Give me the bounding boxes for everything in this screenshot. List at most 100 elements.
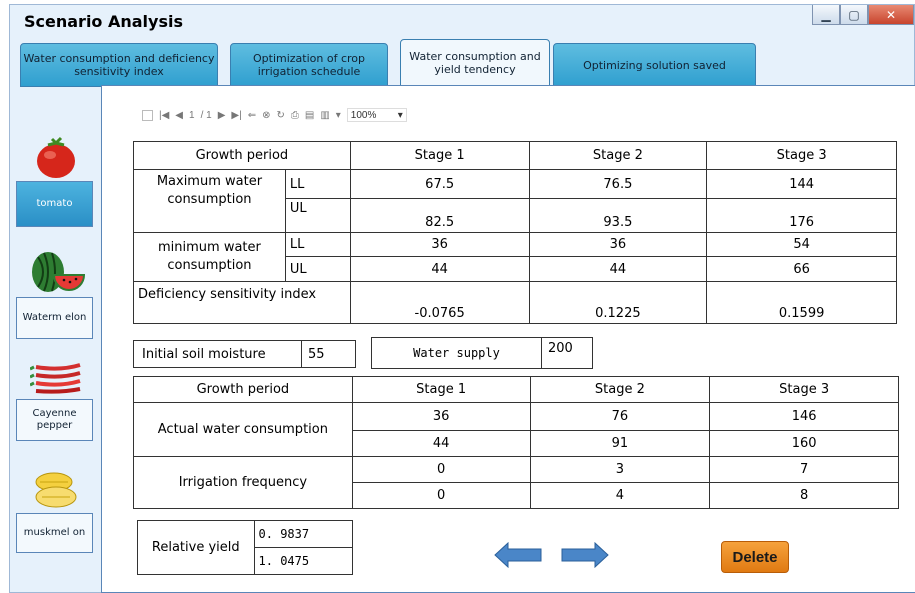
tab-optimizing-solution-saved[interactable]: Optimizing solution saved	[553, 43, 756, 87]
header-stage-3: Stage 3	[706, 141, 897, 170]
zoom-value: 100%	[350, 109, 377, 121]
table-cell: 0	[351, 456, 531, 483]
print-icon[interactable]: ⎙	[291, 110, 299, 121]
header-growth-period: Growth period	[133, 141, 351, 170]
arrow-right-icon	[561, 541, 609, 569]
header-stage-1: Stage 1	[351, 376, 531, 403]
table-cell: 44	[349, 256, 530, 282]
refresh-icon[interactable]: ↻	[276, 110, 284, 121]
dsi-label: Deficiency sensitivity index	[133, 281, 351, 324]
relative-yield-value-2: 1. 0475	[253, 547, 354, 575]
table-cell: 7	[709, 456, 899, 483]
header-stage-3: Stage 3	[709, 376, 899, 403]
table-cell: 0.1599	[706, 281, 897, 324]
tab-water-yield-tendency[interactable]: Water consumption and yield tendency	[400, 39, 550, 87]
table-cell: 146	[709, 402, 899, 431]
save-icon[interactable]: ▾	[336, 110, 341, 121]
watermelon-icon	[30, 249, 86, 298]
window-title: Scenario Analysis	[24, 12, 183, 31]
next-arrow-button[interactable]	[561, 541, 609, 571]
actual-water-label: Actual water consumption	[133, 402, 353, 457]
minimize-button[interactable]: ▁	[812, 5, 840, 25]
soil-moisture-input[interactable]: 55	[302, 341, 331, 367]
last-page-icon[interactable]: ▶|	[231, 110, 241, 121]
ll-label: LL	[284, 169, 351, 199]
report-toolbar: |◀ ◀ 1 / 1 ▶ ▶| ⇐ ⊗ ↻ ⎙ ▤ ▥ ▾ 100% ▾	[142, 106, 407, 124]
ll-label: LL	[284, 232, 351, 257]
ul-label: UL	[284, 256, 351, 282]
table-cell: 54	[706, 232, 897, 257]
crop-button-muskmelon[interactable]: muskmel on	[16, 513, 93, 553]
next-page-icon[interactable]: ▶	[218, 110, 226, 121]
page-total: / 1	[200, 109, 212, 121]
water-supply-field: Water supply 200	[371, 337, 593, 369]
relative-yield-value-1: 0. 9837	[253, 520, 354, 548]
app-window: Scenario Analysis ▁ ▢ ✕ Water consumptio…	[9, 4, 915, 593]
table-cell: 144	[706, 169, 897, 199]
table-cell: 44	[528, 256, 708, 282]
cayenne-pepper-icon	[29, 361, 84, 400]
page-setup-icon[interactable]: ▥	[320, 110, 329, 121]
close-icon: ✕	[885, 7, 897, 22]
back-icon[interactable]: ⇐	[248, 110, 256, 121]
table-cell: 3	[529, 456, 711, 483]
stop-icon[interactable]: ⊗	[262, 110, 270, 121]
relative-yield-label: Relative yield	[137, 520, 255, 575]
water-supply-label: Water supply	[372, 338, 542, 368]
water-supply-input[interactable]: 200	[542, 338, 579, 368]
print-layout-icon[interactable]: ▤	[305, 110, 314, 121]
crop-button-cayenne-pepper[interactable]: Cayenne pepper	[16, 399, 93, 441]
ul-label: UL	[284, 198, 351, 233]
relative-yield-table: Relative yield 0. 9837 1. 0475	[137, 520, 354, 575]
table-cell: 36	[351, 402, 531, 431]
table-cell: 82.5	[349, 198, 530, 233]
table-cell: -0.0765	[349, 281, 530, 324]
table-cell: 4	[529, 482, 711, 509]
table-cell: 67.5	[349, 169, 530, 199]
irrigation-frequency-label: Irrigation frequency	[133, 456, 353, 509]
maximize-button[interactable]: ▢	[840, 5, 868, 25]
delete-button[interactable]: Delete	[721, 541, 789, 573]
document-map-icon[interactable]	[142, 109, 153, 121]
table-cell: 8	[709, 482, 899, 509]
table-cell: 66	[706, 256, 897, 282]
header-stage-1: Stage 1	[349, 141, 530, 170]
table-cell: 0.1225	[528, 281, 708, 324]
table-cell: 91	[529, 430, 711, 457]
max-water-label: Maximum water consumption	[133, 169, 286, 233]
table-cell: 44	[351, 430, 531, 457]
soil-moisture-label: Initial soil moisture	[134, 341, 302, 367]
table-cell: 36	[349, 232, 530, 257]
tab-optimization-irrigation[interactable]: Optimization of crop irrigation schedule	[230, 43, 388, 87]
previous-page-icon[interactable]: ◀	[175, 110, 183, 121]
arrow-left-icon	[494, 541, 542, 569]
page-current[interactable]: 1	[189, 110, 195, 121]
table-cell: 160	[709, 430, 899, 457]
header-stage-2: Stage 2	[529, 376, 711, 403]
previous-arrow-button[interactable]	[494, 541, 542, 571]
table-cell: 76.5	[528, 169, 708, 199]
zoom-select[interactable]: 100% ▾	[346, 108, 407, 122]
tab-water-consumption-deficiency[interactable]: Water consumption and deficiency sensiti…	[20, 43, 218, 87]
min-water-label: minimum water consumption	[133, 232, 286, 282]
header-stage-2: Stage 2	[528, 141, 708, 170]
muskmelon-icon	[30, 471, 80, 512]
maximize-icon: ▢	[848, 7, 860, 22]
first-page-icon[interactable]: |◀	[159, 110, 169, 121]
actual-consumption-table: Growth period Stage 1 Stage 2 Stage 3 Ac…	[133, 376, 899, 509]
water-consumption-table: Growth period Stage 1 Stage 2 Stage 3 Ma…	[133, 141, 897, 324]
chevron-down-icon: ▾	[397, 109, 403, 121]
minimize-icon: ▁	[821, 7, 831, 22]
tomato-icon	[35, 135, 77, 182]
window-controls: ▁ ▢ ✕	[812, 5, 914, 25]
table-cell: 36	[528, 232, 708, 257]
close-button[interactable]: ✕	[868, 5, 914, 25]
crop-button-tomato[interactable]: tomato	[16, 181, 93, 227]
header-growth-period: Growth period	[133, 376, 353, 403]
title-bar: Scenario Analysis ▁ ▢ ✕	[10, 5, 914, 35]
table-cell: 93.5	[528, 198, 708, 233]
table-cell: 0	[351, 482, 531, 509]
table-cell: 176	[706, 198, 897, 233]
crop-button-watermelon[interactable]: Waterm elon	[16, 297, 93, 339]
report-panel: |◀ ◀ 1 / 1 ▶ ▶| ⇐ ⊗ ↻ ⎙ ▤ ▥ ▾ 100% ▾ Grow…	[101, 85, 915, 593]
